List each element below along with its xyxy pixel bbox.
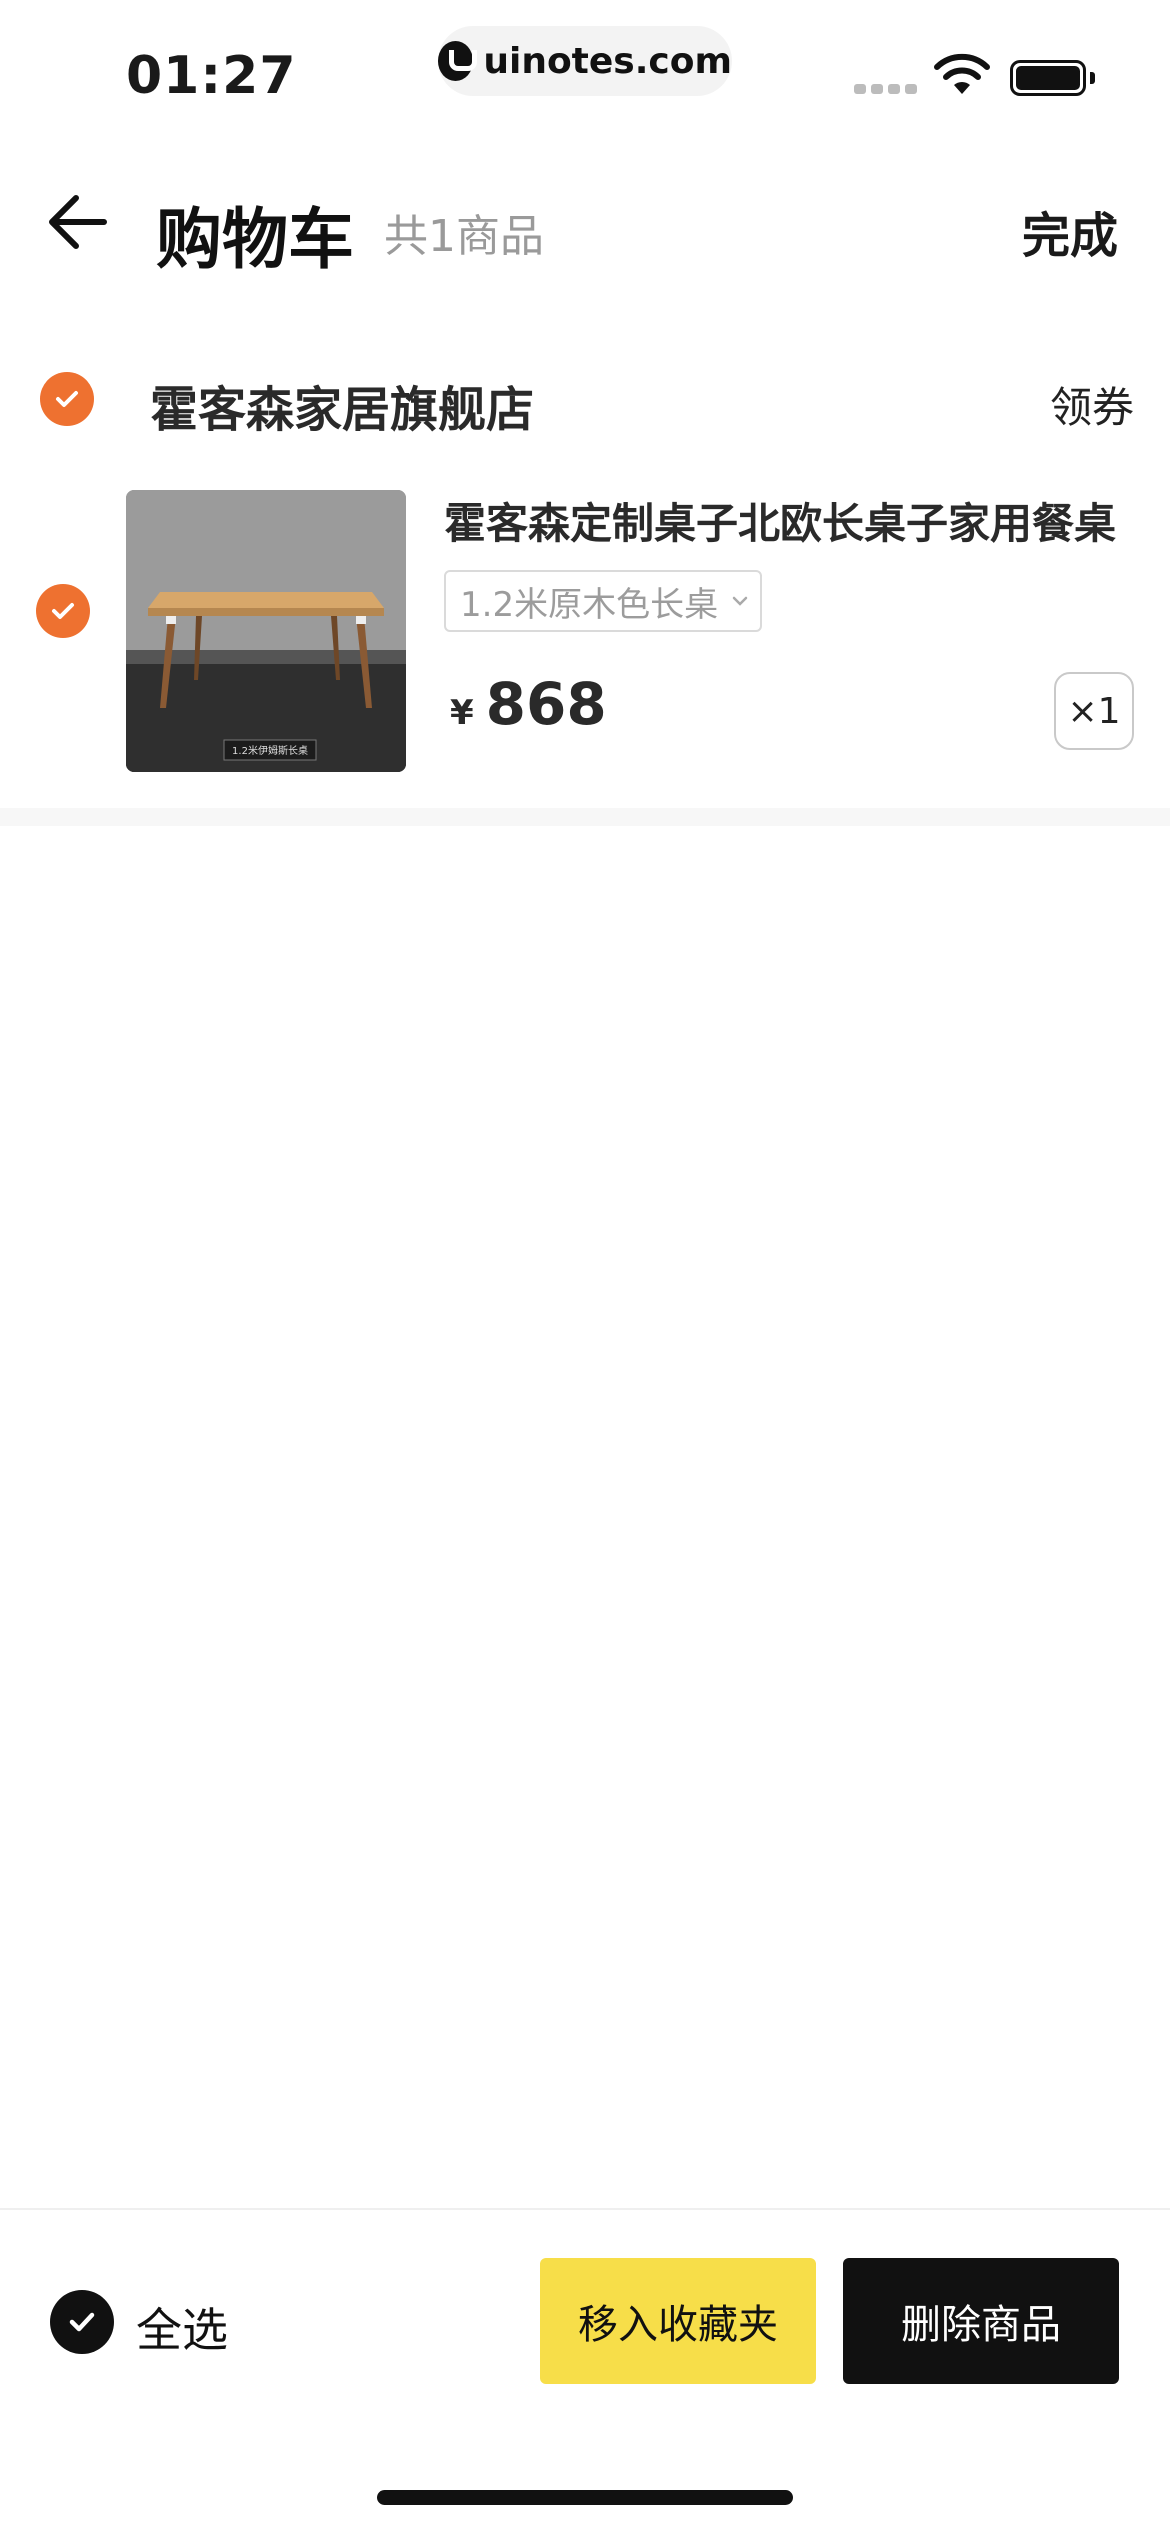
back-arrow-icon[interactable] — [46, 192, 108, 252]
coupon-link[interactable]: 领券 — [1050, 374, 1134, 435]
delete-items-button[interactable]: 删除商品 — [843, 2258, 1119, 2384]
section-divider — [0, 808, 1170, 826]
bottom-action-bar: 全选 移入收藏夹 删除商品 — [0, 2208, 1170, 2408]
nav-header: 购物车 共1商品 完成 — [0, 170, 1170, 280]
shop-select-checkbox[interactable] — [40, 372, 94, 426]
shop-header: 霍客森家居旗舰店 领券 — [0, 360, 1170, 440]
battery-tip — [1090, 72, 1095, 84]
url-pill[interactable]: uinotes.com — [438, 26, 732, 96]
url-text: uinotes.com — [483, 40, 732, 82]
image-caption: 1.2米伊姆斯长桌 — [232, 744, 308, 757]
shop-name[interactable]: 霍客森家居旗舰店 — [150, 370, 534, 440]
select-all-checkbox[interactable] — [50, 2290, 114, 2354]
price-amount: 868 — [485, 670, 607, 738]
wifi-icon — [934, 53, 990, 94]
table-picture: 1.2米伊姆斯长桌 — [126, 490, 406, 772]
move-to-favorites-button[interactable]: 移入收藏夹 — [540, 2258, 816, 2384]
status-bar: 01:27 uinotes.com — [0, 0, 1170, 150]
product-name[interactable]: 霍客森定制桌子北欧长桌子家用餐桌 — [444, 490, 1116, 551]
select-all-label[interactable]: 全选 — [136, 2294, 228, 2360]
check-icon — [56, 391, 78, 407]
quantity-button[interactable]: ×1 — [1054, 672, 1134, 750]
site-logo-icon — [438, 41, 478, 81]
home-indicator[interactable] — [377, 2490, 793, 2505]
check-icon — [52, 603, 74, 619]
price: ¥ 868 — [450, 670, 607, 738]
chevron-down-icon — [732, 596, 748, 606]
page-title: 购物车 — [156, 201, 354, 278]
check-icon — [69, 2312, 95, 2332]
status-time: 01:27 — [126, 46, 297, 106]
cart-page: 01:27 uinotes.com 购物车 共1商品 完成 霍客森家居旗舰店 领… — [0, 0, 1170, 2532]
battery-icon — [1010, 60, 1086, 96]
item-select-checkbox[interactable] — [36, 584, 90, 638]
product-image[interactable]: 1.2米伊姆斯长桌 — [126, 490, 406, 772]
item-count: 共1商品 — [384, 211, 544, 262]
variant-label: 1.2米原木色长桌 — [460, 584, 719, 625]
signal-icon — [854, 84, 917, 94]
variant-selector[interactable]: 1.2米原木色长桌 — [444, 570, 762, 632]
currency-symbol: ¥ — [450, 693, 474, 733]
done-button[interactable]: 完成 — [1022, 196, 1118, 266]
cart-item: 1.2米伊姆斯长桌 霍客森定制桌子北欧长桌子家用餐桌 1.2米原木色长桌 ¥ 8… — [0, 490, 1170, 780]
